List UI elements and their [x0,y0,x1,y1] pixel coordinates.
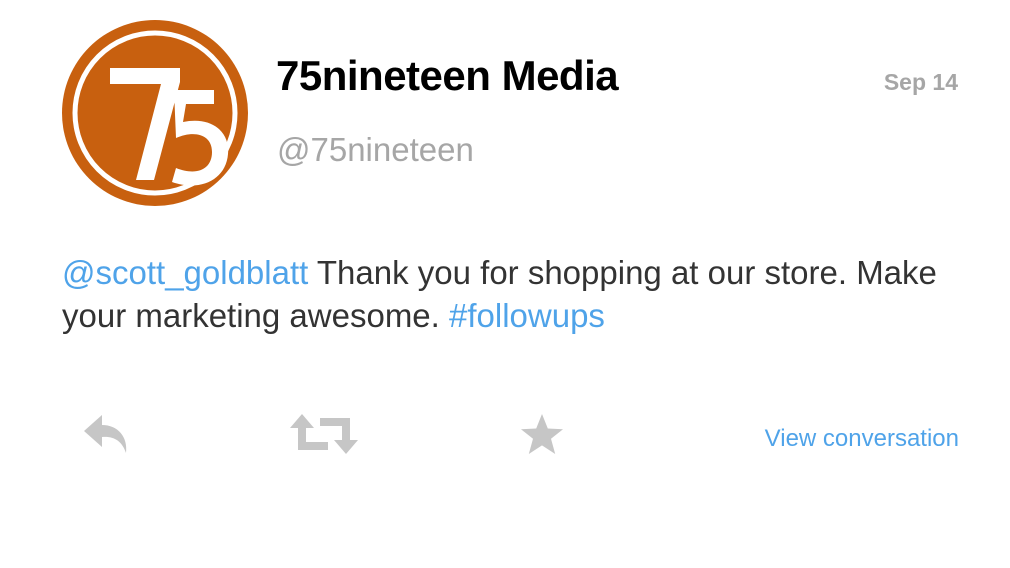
reply-icon [84,415,127,453]
tweet-timestamp: Sep 14 [883,69,958,95]
retweet-button[interactable] [286,408,362,460]
retweet-icon [290,414,358,454]
tweet-text: @scott_goldblatt Thank you for shopping … [62,251,962,337]
75nineteen-logo [62,20,248,206]
avatar[interactable] [62,20,248,206]
reply-button[interactable] [76,408,136,460]
star-icon [521,414,563,454]
author-name[interactable]: 75nineteen Media [276,52,619,100]
mention-link[interactable]: @scott_goldblatt [62,254,308,291]
favorite-button[interactable] [514,408,570,460]
author-handle[interactable]: @75nineteen [277,131,474,169]
hashtag-link[interactable]: #followups [449,297,605,334]
view-conversation-link[interactable]: View conversation [765,425,959,453]
